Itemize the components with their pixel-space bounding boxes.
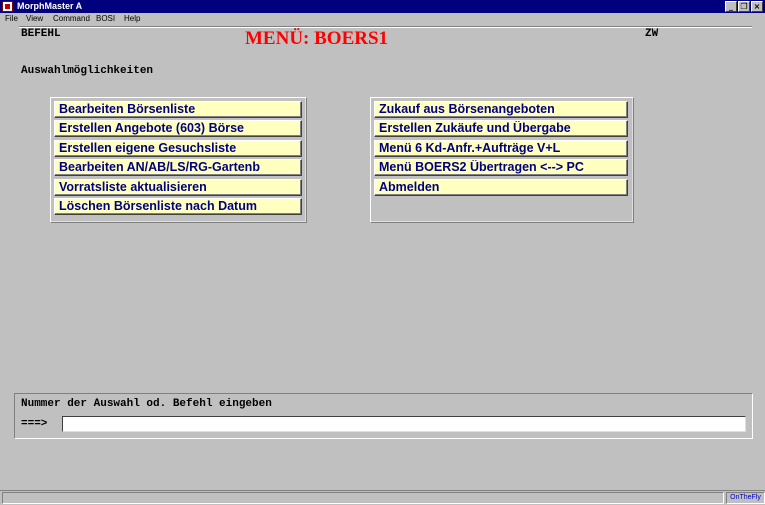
status-field bbox=[2, 492, 724, 504]
zw-label: ZW bbox=[645, 28, 659, 40]
menu-bosi[interactable]: BOSI bbox=[96, 14, 115, 24]
minimize-button[interactable]: _ bbox=[725, 1, 737, 12]
option-bearbeiten-gartenb[interactable]: Bearbeiten AN/AB/LS/RG-Gartenb bbox=[54, 159, 302, 176]
menu-command[interactable]: Command bbox=[53, 14, 90, 24]
close-button[interactable]: × bbox=[751, 1, 763, 12]
statusbar: OnTheFly bbox=[0, 490, 765, 504]
menu-title: MENÜ: BOERS1 bbox=[245, 28, 389, 49]
header-divider bbox=[19, 26, 752, 28]
onthefly-indicator[interactable]: OnTheFly bbox=[726, 492, 765, 504]
option-zukauf[interactable]: Zukauf aus Börsenangeboten bbox=[374, 101, 628, 118]
option-menue-6[interactable]: Menü 6 Kd-Anfr.+Aufträge V+L bbox=[374, 140, 628, 157]
option-loeschen-boersenliste[interactable]: Löschen Börsenliste nach Datum bbox=[54, 198, 302, 215]
app-icon[interactable] bbox=[2, 1, 13, 12]
option-erstellen-angebote[interactable]: Erstellen Angebote (603) Börse bbox=[54, 120, 302, 137]
befehl-label: BEFEHL bbox=[21, 28, 61, 40]
section-heading: Auswahlmöglichkeiten bbox=[21, 65, 154, 77]
option-erstellen-gesuchsliste[interactable]: Erstellen eigene Gesuchsliste bbox=[54, 140, 302, 157]
window-title: MorphMaster A bbox=[17, 1, 83, 11]
window-titlebar[interactable]: MorphMaster A _ ❐ × bbox=[0, 0, 765, 13]
option-erstellen-zukaeufe[interactable]: Erstellen Zukäufe und Übergabe bbox=[374, 120, 628, 137]
menu-file[interactable]: File bbox=[5, 14, 18, 24]
restore-button[interactable]: ❐ bbox=[738, 1, 750, 12]
input-arrow: ===> bbox=[21, 418, 48, 430]
menubar: File View Command BOSI Help bbox=[0, 13, 765, 25]
command-prompt: Nummer der Auswahl od. Befehl eingeben bbox=[21, 398, 272, 410]
menu-help[interactable]: Help bbox=[124, 14, 140, 24]
command-input[interactable] bbox=[62, 416, 746, 432]
option-abmelden[interactable]: Abmelden bbox=[374, 179, 628, 196]
menu-view[interactable]: View bbox=[26, 14, 43, 24]
option-menue-boers2[interactable]: Menü BOERS2 Übertragen <--> PC bbox=[374, 159, 628, 176]
option-vorratsliste[interactable]: Vorratsliste aktualisieren bbox=[54, 179, 302, 196]
option-bearbeiten-boersenliste[interactable]: Bearbeiten Börsenliste bbox=[54, 101, 302, 118]
